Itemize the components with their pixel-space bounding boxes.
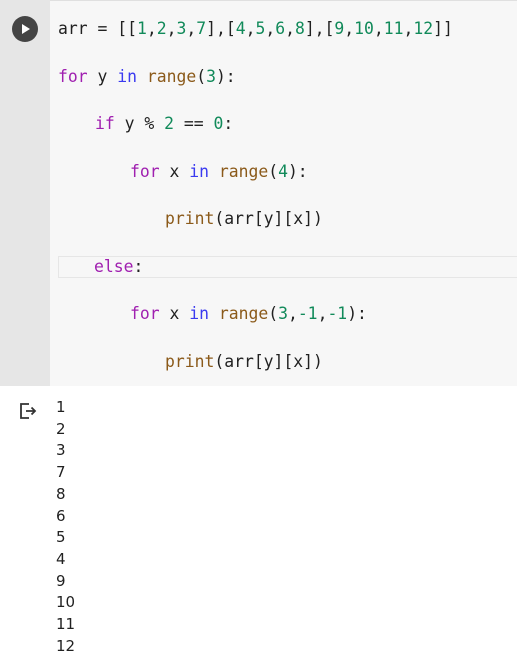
code-token: 12 (413, 19, 434, 38)
code-token: ): (347, 304, 367, 323)
code-token: for (130, 162, 160, 181)
code-editor[interactable]: arr = [[1,2,3,7],[4,5,6,8],[9,10,11,12]]… (50, 0, 517, 386)
code-line: print(arr[y][x]) (165, 208, 323, 230)
code-token: ],[ (206, 19, 236, 38)
output-line: 12 (56, 636, 76, 655)
output-line: 2 (56, 419, 66, 438)
code-line: arr = [[1,2,3,7],[4,5,6,8],[9,10,11,12]] (58, 18, 453, 40)
code-token: in (189, 304, 209, 323)
output-line: 8 (56, 484, 66, 503)
code-token: if (95, 114, 115, 133)
code-token: 3 (278, 304, 288, 323)
code-token: arr = [[ (58, 19, 137, 38)
code-token: print (165, 209, 215, 228)
code-token: for (58, 67, 88, 86)
code-token: -1 (297, 304, 318, 323)
code-token: , (245, 19, 256, 38)
code-token: ( (196, 67, 207, 86)
code-line: for x in range(4): (130, 161, 308, 183)
code-token: , (403, 19, 414, 38)
code-cell: arr = [[1,2,3,7],[4,5,6,8],[9,10,11,12]]… (0, 0, 517, 386)
code-token: , (317, 304, 328, 323)
output-line: 6 (56, 506, 66, 525)
output-line: 9 (56, 571, 66, 590)
code-token: ): (215, 67, 236, 86)
code-token: y % (114, 114, 165, 133)
code-token: in (189, 162, 209, 181)
code-token: , (146, 19, 157, 38)
code-token: 4 (235, 19, 246, 38)
code-token: 2 (156, 19, 167, 38)
output-line: 7 (56, 463, 66, 482)
code-token: 0 (213, 114, 224, 133)
code-token: : (133, 257, 144, 276)
output-line: 11 (56, 615, 76, 633)
code-token: range (146, 67, 197, 86)
code-token: , (344, 19, 355, 38)
code-token: ]] (433, 19, 453, 38)
code-line: for y in range(3): (58, 66, 236, 88)
code-token: , (265, 19, 276, 38)
code-token: x (159, 304, 190, 323)
output-arrow-icon (20, 403, 37, 419)
code-token: for (130, 304, 160, 323)
code-token: 3 (176, 19, 187, 38)
code-token: 9 (334, 19, 345, 38)
cell-output: 1 2 3 7 8 6 5 4 9 10 11 12 (0, 386, 517, 666)
code-line: print(arr[y][x]) (165, 351, 323, 373)
code-token: (arr[y][x]) (214, 209, 323, 228)
output-line: 1 (56, 398, 66, 416)
code-token: else (94, 257, 134, 276)
cell-gutter (0, 0, 50, 386)
code-token: == (173, 114, 214, 133)
code-token: print (165, 352, 215, 371)
code-token: , (186, 19, 197, 38)
code-token: , (287, 304, 298, 323)
code-token: 10 (354, 19, 374, 38)
code-token: range (218, 304, 269, 323)
code-token: 8 (294, 19, 305, 38)
code-token: 5 (255, 19, 266, 38)
code-token: y (87, 67, 118, 86)
code-token: : (223, 114, 234, 133)
output-line: 3 (56, 441, 66, 460)
output-line: 4 (56, 549, 66, 568)
code-token: range (218, 162, 269, 181)
code-token: 11 (383, 19, 404, 38)
code-line: else: (94, 256, 143, 278)
code-token: 2 (164, 114, 174, 133)
code-token: , (373, 19, 384, 38)
output-line: 5 (56, 528, 66, 547)
code-token: ],[ (304, 19, 335, 38)
code-token: x (159, 162, 190, 181)
code-line: if y % 2 == 0: (95, 113, 233, 135)
output-line: 10 (56, 593, 76, 612)
code-token: 3 (206, 67, 216, 86)
code-token: , (285, 19, 295, 38)
code-token: 1 (136, 19, 147, 38)
code-token: in (117, 67, 137, 86)
code-token: 4 (278, 162, 288, 181)
run-cell-button[interactable] (12, 16, 38, 42)
code-token: , (166, 19, 177, 38)
code-token: 7 (196, 19, 207, 38)
code-token: ( (268, 162, 279, 181)
code-token: (arr[y][x]) (214, 352, 323, 371)
code-line: for x in range(3,-1,-1): (130, 303, 367, 325)
code-token: -1 (327, 304, 348, 323)
code-token: ): (287, 162, 308, 181)
code-token: ( (268, 304, 279, 323)
code-token: 6 (275, 19, 286, 38)
